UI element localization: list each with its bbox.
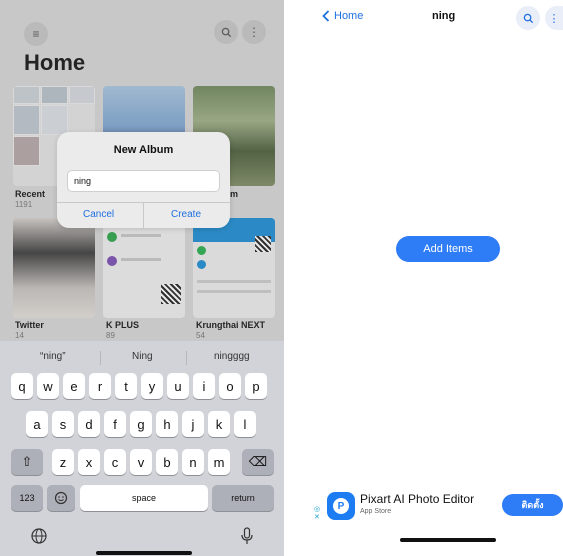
album-title: ning <box>432 10 456 22</box>
hamburger-icon: ≡ <box>32 27 40 41</box>
microphone-icon <box>241 527 253 544</box>
key-h[interactable]: h <box>156 411 178 437</box>
key-s[interactable]: s <box>52 411 74 437</box>
suggestion-divider <box>186 351 187 365</box>
home-indicator <box>400 538 496 542</box>
menu-button[interactable]: ≡ <box>24 22 48 46</box>
key-i[interactable]: i <box>193 373 215 399</box>
suggestion-divider <box>100 351 101 365</box>
emoji-key[interactable] <box>47 485 75 511</box>
album-count-krungthai: 54 <box>196 331 205 340</box>
more-vertical-icon: ⋮ <box>548 12 560 25</box>
backspace-icon: ⌫ <box>248 454 268 469</box>
ad-title[interactable]: Pixart AI Photo Editor <box>360 492 474 506</box>
suggestion-extended[interactable]: ningggg <box>214 351 250 362</box>
album-label-kplus: K PLUS <box>106 320 140 330</box>
suggestion-quoted[interactable]: “ning” <box>40 351 66 362</box>
ad-choices-icon[interactable]: ◎ ✕ <box>314 506 320 522</box>
photos-home-screen: ≡ ⋮ Home Recent 1191 m Twitter 14 K PLUS… <box>0 0 284 556</box>
album-twitter[interactable] <box>13 218 95 318</box>
key-x[interactable]: x <box>78 449 100 475</box>
search-icon <box>221 27 231 37</box>
numbers-key[interactable]: 123 <box>11 485 43 511</box>
dialog-button-divider <box>143 202 144 228</box>
album-label-twitter: Twitter <box>15 320 44 330</box>
key-e[interactable]: e <box>63 373 85 399</box>
key-v[interactable]: v <box>130 449 152 475</box>
album-count-twitter: 14 <box>15 331 24 340</box>
key-y[interactable]: y <box>141 373 163 399</box>
album-detail-screen: Home ning ⋮ Add Items ◎ ✕ P Pixart AI Pho… <box>302 0 563 556</box>
home-indicator <box>96 551 192 555</box>
key-q[interactable]: q <box>11 373 33 399</box>
space-key[interactable]: space <box>80 485 208 511</box>
globe-icon <box>31 528 47 544</box>
key-d[interactable]: d <box>78 411 100 437</box>
key-f[interactable]: f <box>104 411 126 437</box>
screenshot-composite: ≡ ⋮ Home Recent 1191 m Twitter 14 K PLUS… <box>0 0 563 556</box>
key-t[interactable]: t <box>115 373 137 399</box>
dialog-title: New Album <box>113 144 174 156</box>
key-g[interactable]: g <box>130 411 152 437</box>
album-count-kplus: 89 <box>106 331 115 340</box>
album-krungthai[interactable] <box>193 218 275 318</box>
key-o[interactable]: o <box>219 373 241 399</box>
suggestion-capitalized[interactable]: Ning <box>132 351 153 362</box>
search-button[interactable] <box>516 6 540 30</box>
install-button[interactable]: ติดตั้ง <box>502 494 563 516</box>
album-label-krungthai: Krungthai NEXT <box>196 320 265 330</box>
more-button[interactable]: ⋮ <box>242 20 266 44</box>
album-kplus[interactable] <box>103 218 185 318</box>
new-album-dialog: New Album ning Cancel Create <box>57 132 230 228</box>
back-label: Home <box>334 10 364 22</box>
key-p[interactable]: p <box>245 373 267 399</box>
key-r[interactable]: r <box>89 373 111 399</box>
album-label-recent: Recent <box>15 189 46 199</box>
shift-key[interactable]: ⇧ <box>11 449 43 475</box>
keyboard: “ning” Ning ningggg q w e r t y u i o p … <box>0 341 284 556</box>
emoji-icon <box>54 491 68 505</box>
key-j[interactable]: j <box>182 411 204 437</box>
ad-subtitle: App Store <box>360 508 392 515</box>
key-u[interactable]: u <box>167 373 189 399</box>
album-label-partial: m <box>230 189 239 199</box>
key-n[interactable]: n <box>182 449 204 475</box>
key-k[interactable]: k <box>208 411 230 437</box>
globe-key[interactable] <box>30 527 48 550</box>
pixart-app-icon[interactable]: P <box>327 492 355 520</box>
shift-icon: ⇧ <box>21 454 33 469</box>
key-c[interactable]: c <box>104 449 126 475</box>
create-button[interactable]: Create <box>171 209 201 220</box>
backspace-key[interactable]: ⌫ <box>242 449 274 475</box>
page-title: Home <box>24 50 86 75</box>
dictation-key[interactable] <box>240 527 254 550</box>
cancel-button[interactable]: Cancel <box>83 209 114 220</box>
album-name-input[interactable]: ning <box>67 170 220 192</box>
key-b[interactable]: b <box>156 449 178 475</box>
more-vertical-icon: ⋮ <box>248 25 260 39</box>
key-m[interactable]: m <box>208 449 230 475</box>
album-count-recent: 1191 <box>15 200 33 209</box>
more-button[interactable]: ⋮ <box>545 6 563 30</box>
back-button[interactable]: Home <box>322 10 363 22</box>
chevron-left-icon <box>322 10 330 22</box>
key-w[interactable]: w <box>37 373 59 399</box>
add-items-button[interactable]: Add Items <box>396 236 500 262</box>
key-z[interactable]: z <box>52 449 74 475</box>
search-button[interactable] <box>214 20 238 44</box>
key-l[interactable]: l <box>234 411 256 437</box>
return-key[interactable]: return <box>212 485 274 511</box>
key-a[interactable]: a <box>26 411 48 437</box>
pixart-logo-icon: P <box>333 498 349 514</box>
search-icon <box>523 13 533 23</box>
